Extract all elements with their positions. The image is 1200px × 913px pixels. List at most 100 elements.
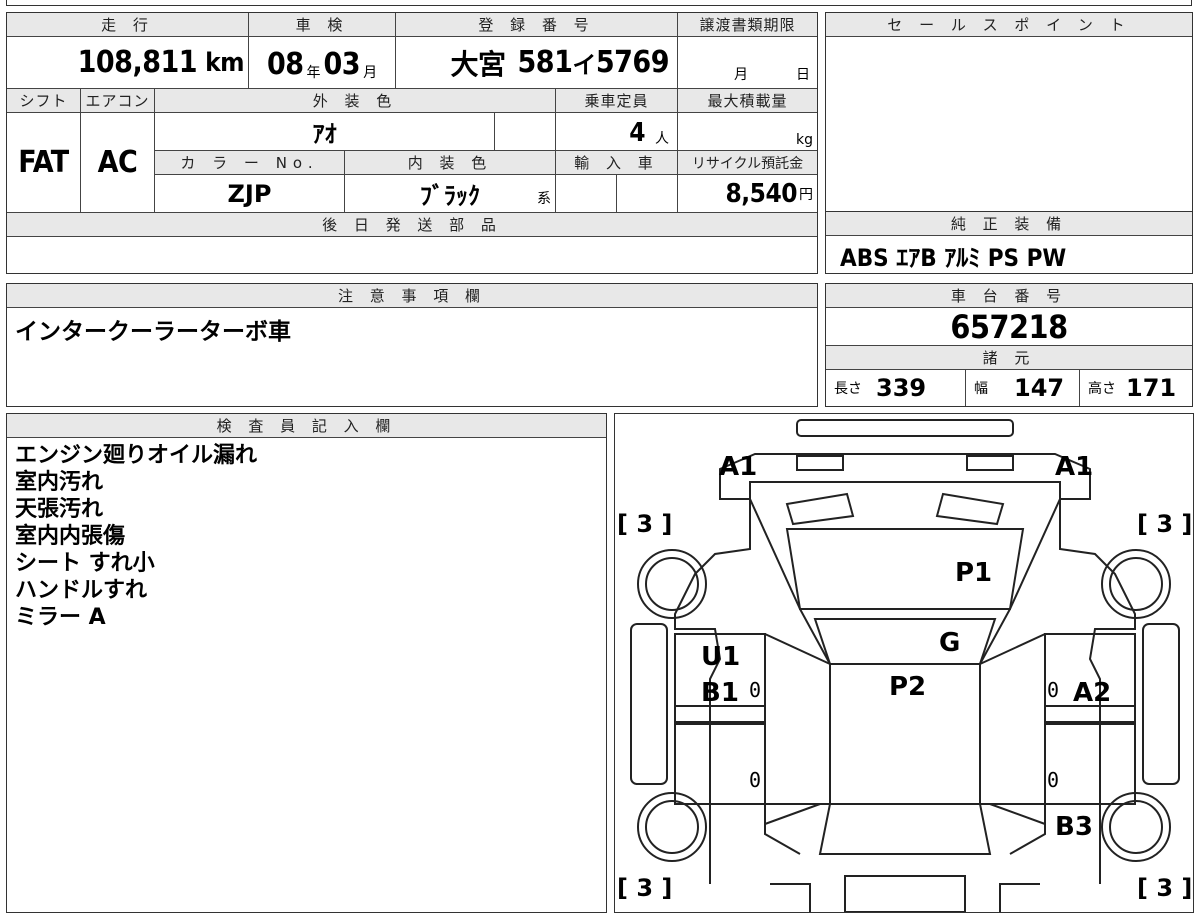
max-load-unit: kg: [796, 132, 813, 148]
exterior-color-cell: ｱｵ: [155, 113, 495, 151]
zero-mark: 0: [749, 678, 762, 702]
mileage-value: 108,811: [77, 45, 198, 80]
registration-area: 大宮: [450, 47, 507, 81]
registration-header: 登 録 番 号: [396, 13, 678, 37]
zero-mark: 0: [1047, 678, 1060, 702]
registration-cell: 大宮 581 イ 5769: [396, 37, 678, 89]
chassis-value: 657218: [950, 307, 1068, 346]
chassis-value-cell: 657218: [826, 308, 1192, 346]
tire-front-right: [ 3 ]: [1137, 510, 1193, 538]
exterior-color-extra-cell: [495, 113, 556, 151]
standard-equipment-value: ABS ｴｱB ｱﾙﾐ PS PW: [840, 244, 1067, 272]
height-value: 171: [1126, 374, 1177, 402]
height-label: 高さ: [1088, 381, 1116, 397]
zero-mark: 0: [749, 768, 762, 792]
width-cell: 幅 147: [966, 370, 1080, 406]
inspector-line: 天張汚れ: [15, 497, 104, 522]
width-label: 幅: [974, 381, 988, 397]
inspector-box: 検 査 員 記 入 欄 エンジン廻りオイル漏れ 室内汚れ 天張汚れ 室内内張傷 …: [6, 413, 607, 913]
length-label: 長さ: [834, 381, 862, 397]
later-parts-header: 後 日 発 送 部 品: [7, 213, 817, 237]
import-header: 輸 入 車: [556, 151, 678, 175]
interior-color-suffix: 系: [537, 191, 551, 207]
mark-a2: A2: [1073, 678, 1112, 708]
length-cell: 長さ 339: [826, 370, 966, 406]
registration-number: 5769: [595, 45, 670, 80]
inspection-cell: 08 年 03 月: [249, 37, 396, 89]
interior-color-value: ﾌﾞﾗｯｸ: [420, 182, 480, 210]
import-cell-left: [556, 175, 617, 213]
inspector-line: 室内内張傷: [15, 524, 126, 549]
transfer-deadline-cell: 月 日: [678, 37, 817, 89]
inspector-line: ハンドルすれ: [15, 578, 148, 603]
shift-cell: FAT: [7, 113, 81, 213]
inspector-line: 室内汚れ: [15, 470, 104, 495]
shift-value: FAT: [18, 145, 69, 180]
notes-value: インタークーラーターボ車: [15, 319, 291, 345]
recycle-cell: 8,540 円: [678, 175, 817, 213]
width-value: 147: [1014, 374, 1065, 402]
mark-b3: B3: [1055, 812, 1093, 842]
capacity-value: 4: [629, 118, 645, 148]
inspector-line: ミラー A: [15, 605, 106, 630]
max-load-header: 最大積載量: [678, 89, 817, 113]
capacity-cell: 4 人: [556, 113, 678, 151]
sales-points-box: セ ー ル ス ポ イ ン ト: [825, 12, 1193, 212]
standard-equipment-header: 純 正 装 備: [826, 212, 1192, 236]
transfer-deadline-header: 譲渡書類期限: [678, 13, 817, 37]
mark-p1: P1: [955, 558, 993, 588]
registration-class: 581: [517, 45, 573, 80]
inspection-month: 03: [323, 47, 361, 82]
specs-header: 諸 元: [826, 346, 1192, 370]
chassis-header: 車 台 番 号: [826, 284, 1192, 308]
color-no-value: ZJP: [227, 179, 272, 208]
shift-header: シフト: [7, 89, 81, 113]
height-cell: 高さ 171: [1080, 370, 1192, 406]
max-load-cell: kg: [678, 113, 817, 151]
inspection-year-unit: 年: [306, 65, 321, 81]
exterior-color-header: 外 装 色: [155, 89, 556, 113]
transfer-day-label: 日: [796, 67, 810, 83]
vehicle-info-table: 走 行 車 検 登 録 番 号 譲渡書類期限 108,811 km 08 年 0…: [6, 12, 818, 274]
mark-g: G: [939, 628, 961, 658]
import-cell-right: [617, 175, 678, 213]
tire-rear-right: [ 3 ]: [1137, 874, 1193, 902]
transfer-month-label: 月: [734, 67, 748, 83]
inspector-header: 検 査 員 記 入 欄: [7, 414, 606, 438]
inspection-year: 08: [266, 47, 304, 82]
inspector-line: シート すれ小: [15, 551, 155, 576]
capacity-unit: 人: [655, 131, 669, 147]
capacity-header: 乗車定員: [556, 89, 678, 113]
recycle-unit: 円: [799, 186, 813, 203]
damage-diagram-box: A1 A1 P1 G U1 B1 P2 A2 B3 0 0 0 0 [ 3 ] …: [614, 413, 1194, 913]
ac-value: AC: [97, 145, 138, 180]
recycle-value: 8,540: [725, 178, 798, 209]
inspector-line: エンジン廻りオイル漏れ: [15, 443, 258, 468]
mark-b1: B1: [701, 678, 739, 708]
ac-cell: AC: [81, 113, 155, 213]
inspection-month-unit: 月: [363, 65, 378, 81]
inspection-header: 車 検: [249, 13, 396, 37]
color-no-header: カ ラ ー No.: [155, 151, 345, 175]
mark-a1-right: A1: [1055, 452, 1094, 482]
chassis-box: 車 台 番 号 657218 諸 元 長さ 339 幅 147 高さ 171: [825, 283, 1193, 407]
recycle-header: リサイクル預託金: [678, 151, 817, 175]
sales-points-header: セ ー ル ス ポ イ ン ト: [826, 13, 1192, 37]
color-no-cell: ZJP: [155, 175, 345, 213]
mark-u1: U1: [701, 642, 741, 672]
tire-rear-left: [ 3 ]: [617, 874, 673, 902]
mark-a1-left: A1: [719, 452, 758, 482]
mark-p2: P2: [889, 672, 927, 702]
ac-header: エアコン: [81, 89, 155, 113]
standard-equipment-box: 純 正 装 備 ABS ｴｱB ｱﾙﾐ PS PW: [825, 212, 1193, 274]
zero-mark: 0: [1047, 768, 1060, 792]
mileage-header: 走 行: [7, 13, 249, 37]
exterior-color-value: ｱｵ: [312, 120, 337, 148]
top-strip: [6, 0, 1192, 6]
notes-header: 注 意 事 項 欄: [7, 284, 817, 308]
mileage-unit: km: [205, 47, 244, 78]
interior-color-header: 内 装 色: [345, 151, 556, 175]
registration-kana: イ: [572, 51, 596, 79]
interior-color-cell: ﾌﾞﾗｯｸ 系: [345, 175, 556, 213]
mileage-cell: 108,811 km: [7, 37, 249, 89]
